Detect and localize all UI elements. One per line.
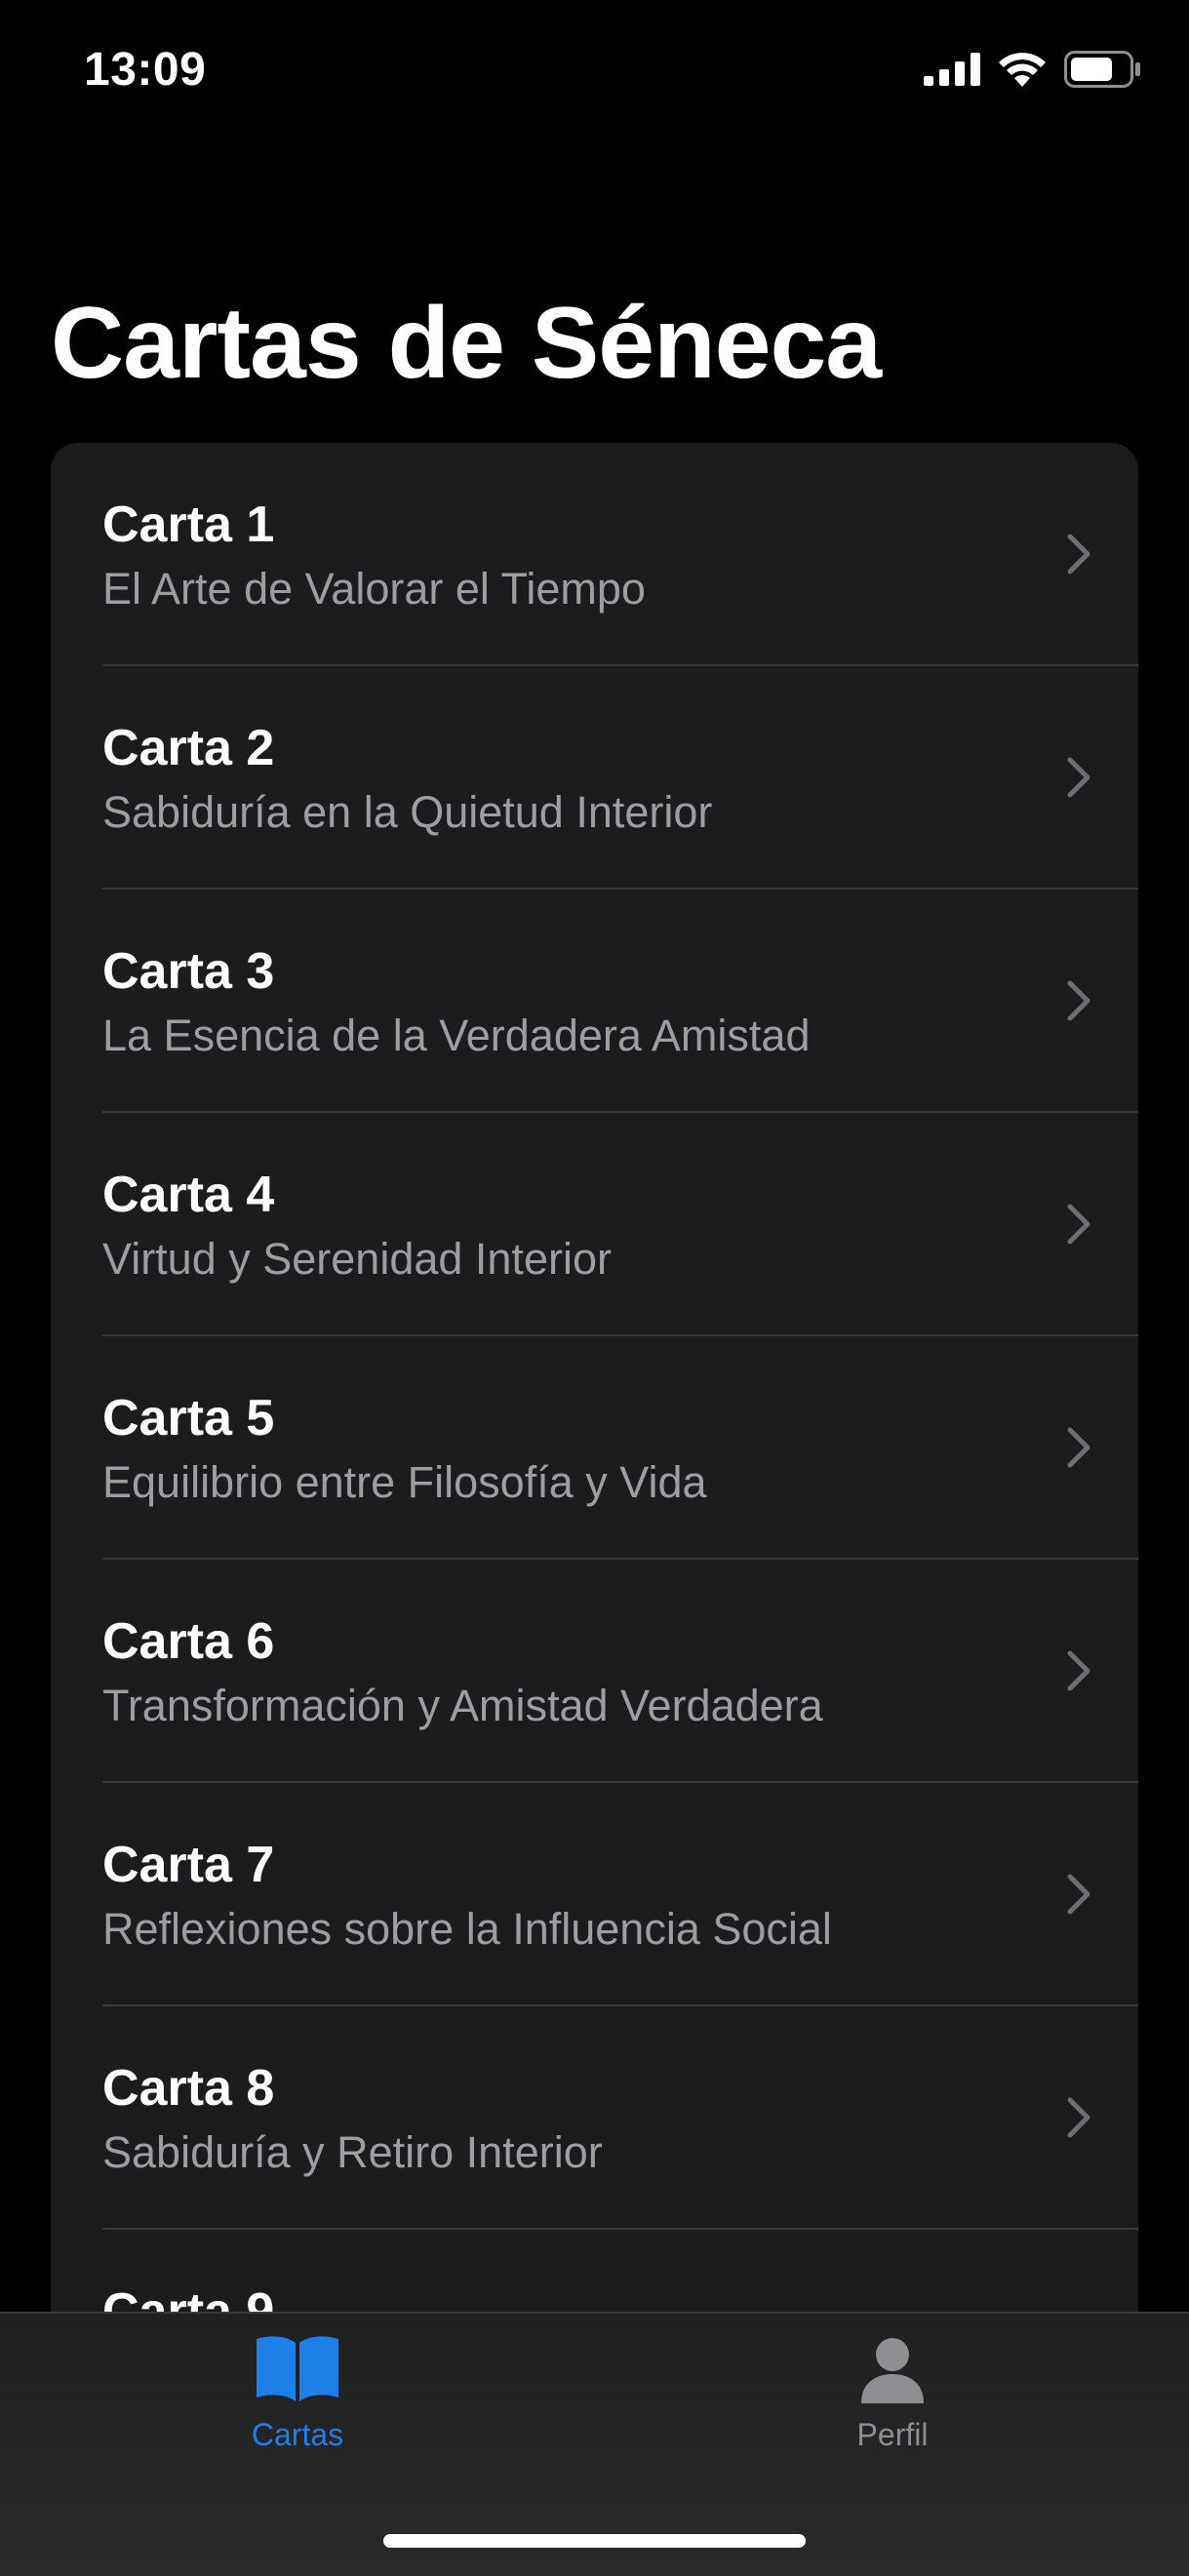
tab-cartas[interactable]: Cartas xyxy=(190,2333,405,2453)
letter-title: Carta 4 xyxy=(102,1167,275,1223)
tab-bar: Cartas Perfil xyxy=(0,2312,1189,2576)
page-title: Cartas de Séneca xyxy=(51,287,882,400)
letter-subtitle: Transformación y Amistad Verdadera xyxy=(102,1681,823,1730)
letter-title: Carta 8 xyxy=(102,2060,275,2117)
tab-perfil-label: Perfil xyxy=(856,2417,929,2452)
letter-title: Carta 2 xyxy=(102,720,275,776)
letter-title: Carta 5 xyxy=(102,1390,275,1447)
chevron-right-icon xyxy=(1067,1204,1090,1245)
letters-list: Carta 1 El Arte de Valorar el Tiempo Carta… xyxy=(51,443,1138,2394)
letter-subtitle: Sabiduría en la Quietud Interior xyxy=(102,787,713,837)
letter-subtitle: El Arte de Valorar el Tiempo xyxy=(102,564,646,614)
letter-title: Carta 6 xyxy=(102,1613,275,1670)
letter-title: Carta 1 xyxy=(102,496,275,553)
letter-subtitle: Reflexiones sobre la Influencia Social xyxy=(102,1904,832,1954)
status-time: 13:09 xyxy=(84,44,207,96)
book-icon xyxy=(257,2336,338,2401)
letter-title: Carta 7 xyxy=(102,1837,275,1893)
letter-row[interactable]: Carta 2 Sabiduría en la Quietud Interior xyxy=(51,666,1138,890)
chevron-right-icon xyxy=(1067,2097,1090,2138)
status-bar: 13:09 xyxy=(0,0,1189,146)
letter-subtitle: Sabiduría y Retiro Interior xyxy=(102,2127,603,2177)
tab-perfil[interactable]: Perfil xyxy=(785,2333,1000,2453)
person-icon xyxy=(861,2338,924,2403)
chevron-right-icon xyxy=(1067,757,1090,798)
signal-icon xyxy=(924,53,980,86)
chevron-right-icon xyxy=(1067,980,1090,1021)
letter-row[interactable]: Carta 7 Reflexiones sobre la Influencia S… xyxy=(51,1783,1138,2006)
letter-row[interactable]: Carta 3 La Esencia de la Verdadera Amista… xyxy=(51,890,1138,1113)
status-icons xyxy=(924,51,1142,88)
letter-row[interactable]: Carta 6 Transformación y Amistad Verdader… xyxy=(51,1560,1138,1783)
letter-title: Carta 3 xyxy=(102,943,275,1000)
battery-icon xyxy=(1064,51,1140,88)
chevron-right-icon xyxy=(1067,1427,1090,1468)
home-indicator xyxy=(383,2534,806,2548)
letter-subtitle: Equilibrio entre Filosofía y Vida xyxy=(102,1457,707,1507)
chevron-right-icon xyxy=(1067,1650,1090,1691)
letter-subtitle: Virtud y Serenidad Interior xyxy=(102,1234,612,1284)
letter-row[interactable]: Carta 4 Virtud y Serenidad Interior xyxy=(51,1113,1138,1336)
chevron-right-icon xyxy=(1067,534,1090,575)
wifi-icon xyxy=(999,53,1046,87)
letter-row[interactable]: Carta 5 Equilibrio entre Filosofía y Vida xyxy=(51,1336,1138,1560)
letter-row[interactable]: Carta 8 Sabiduría y Retiro Interior xyxy=(51,2006,1138,2230)
tab-cartas-label: Cartas xyxy=(251,2417,344,2452)
letter-row[interactable]: Carta 1 El Arte de Valorar el Tiempo xyxy=(51,443,1138,666)
letter-subtitle: La Esencia de la Verdadera Amistad xyxy=(102,1011,811,1060)
chevron-right-icon xyxy=(1067,1874,1090,1915)
